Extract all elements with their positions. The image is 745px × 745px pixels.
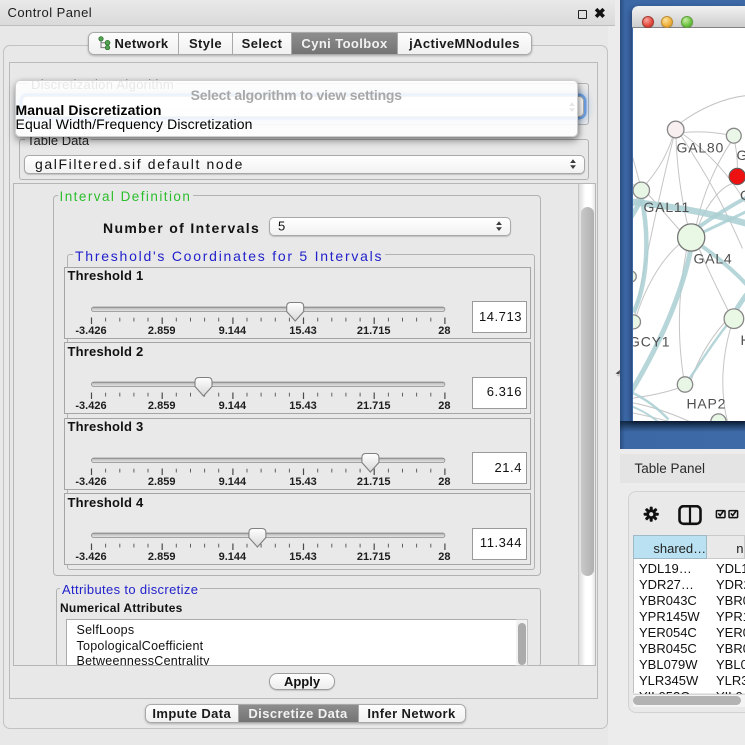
svg-text:GCY1: GCY1	[633, 333, 670, 349]
svg-text:GAL80: GAL80	[676, 139, 724, 155]
svg-text:C: C	[740, 187, 745, 203]
svg-text:G.: G.	[736, 147, 745, 163]
svg-text:HAP2: HAP2	[686, 395, 726, 411]
svg-text:H: H	[740, 332, 745, 348]
svg-text:GAL4: GAL4	[693, 250, 732, 266]
svg-text:GAL11: GAL11	[643, 199, 690, 215]
